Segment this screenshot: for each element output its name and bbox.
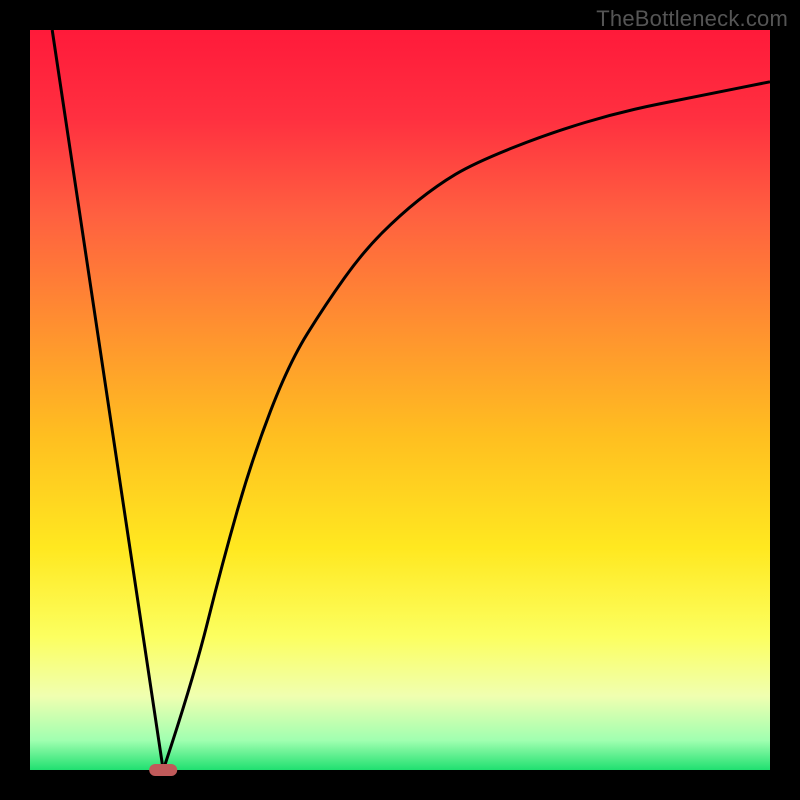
chart-svg	[0, 0, 800, 800]
watermark-text: TheBottleneck.com	[596, 6, 788, 32]
chart-background	[30, 30, 770, 770]
minimum-marker	[149, 764, 177, 776]
chart-container: TheBottleneck.com	[0, 0, 800, 800]
